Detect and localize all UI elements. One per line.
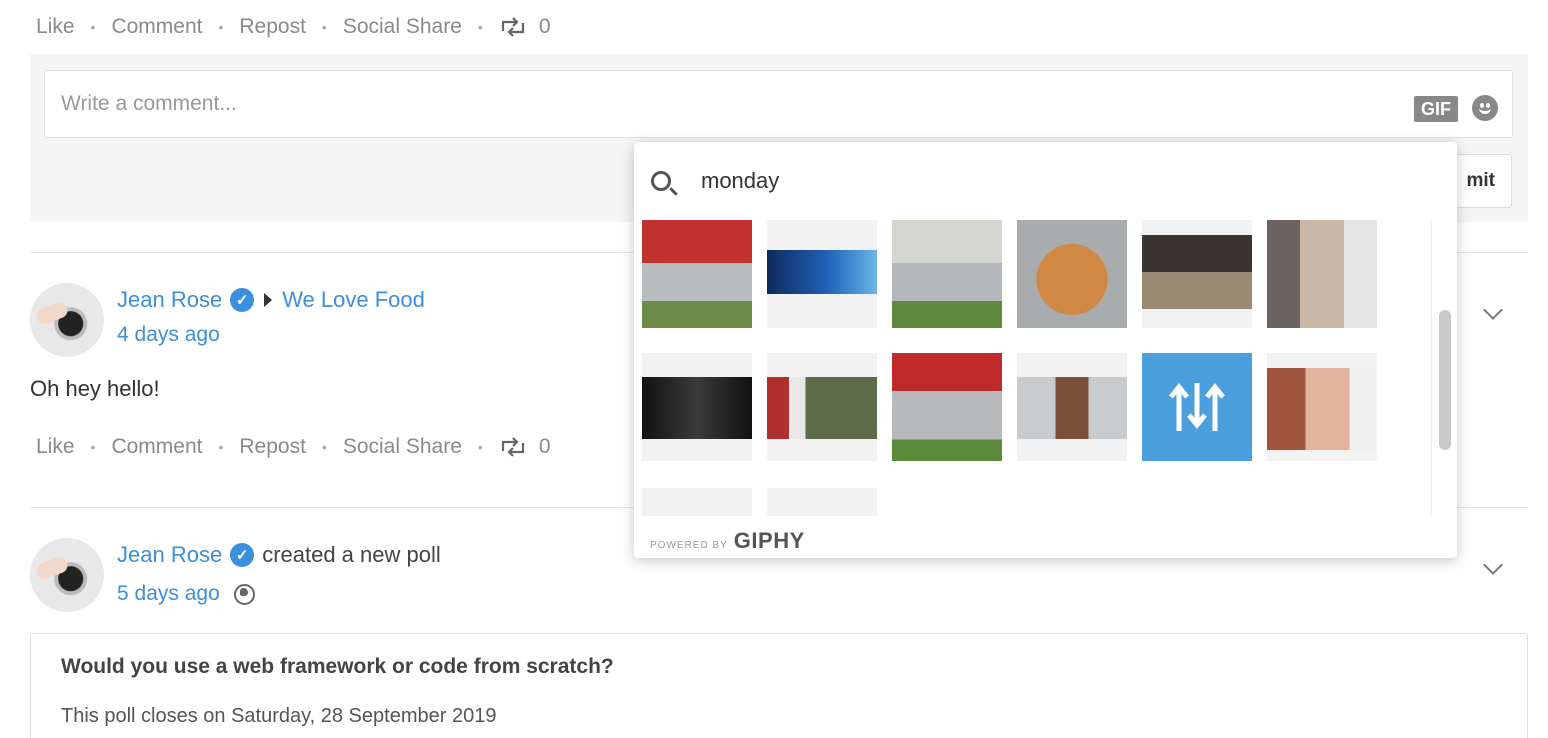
post-timestamp[interactable]: 4 days ago [117,323,220,347]
repost-button[interactable]: Repost [239,15,306,39]
separator-dot: • [218,19,224,35]
repost-count[interactable]: 0 [499,435,551,459]
repost-button[interactable]: Repost [239,435,306,459]
gif-scrollbar[interactable] [1431,220,1457,516]
separator-dot: • [218,439,224,455]
author-name-link[interactable]: Jean Rose [117,542,222,568]
chevron-down-icon[interactable] [1483,300,1503,320]
gif-result[interactable] [767,353,877,461]
timestamp-text: 4 days ago [117,323,220,346]
poll-card: Would you use a web framework or code fr… [30,633,1528,738]
comment-input[interactable]: Write a comment... GIF [44,70,1513,138]
gif-result[interactable] [767,220,877,328]
repost-icon [501,17,524,37]
gif-result[interactable] [892,220,1002,328]
like-button[interactable]: Like [36,435,75,459]
social-share-button[interactable]: Social Share [343,15,462,39]
repost-count[interactable]: 0 [499,15,551,39]
top-action-bar: Like • Comment • Repost • Social Share •… [36,15,551,39]
poll-question: Would you use a web framework or code fr… [61,655,614,678]
post-body: Oh hey hello! [30,376,160,401]
caret-right-icon [264,293,273,307]
gif-thumbnail [767,377,877,439]
gif-thumbnail [1267,220,1377,328]
gif-button[interactable]: GIF [1414,96,1458,122]
gif-result[interactable] [892,353,1002,461]
chevron-down-icon[interactable] [1483,555,1503,575]
post-verb: created a new poll [262,542,441,567]
post-author-line: Jean Rose ✓ We Love Food [117,287,425,313]
gif-thumbnail [767,250,877,294]
gif-thumbnail [892,220,1002,328]
comment-button[interactable]: Comment [111,15,202,39]
repost-count-value: 0 [538,435,551,458]
gif-result[interactable] [1267,220,1377,328]
search-icon [651,171,671,191]
powered-by-label: POWERED BY [650,540,728,551]
social-share-button[interactable]: Social Share [343,435,462,459]
gif-thumbnail [1142,235,1252,309]
gif-result[interactable] [1267,353,1377,461]
group-link[interactable]: We Love Food [282,287,425,313]
avatar[interactable] [30,283,104,357]
repost-icon [501,437,524,457]
gif-search-input[interactable]: monday [701,168,779,194]
repost-count-value: 0 [538,15,551,38]
gif-thumbnail [642,220,752,328]
gif-thumbnail [892,353,1002,461]
separator-dot: • [90,19,96,35]
gif-thumbnail [642,377,752,439]
gif-result-loading[interactable] [642,488,752,516]
gif-thumbnail [1017,377,1127,439]
giphy-logo: GIPHY [733,528,805,553]
gif-search-bar[interactable]: monday [634,142,1457,220]
scrollbar-thumb[interactable] [1439,310,1451,450]
gif-result[interactable] [1142,353,1252,461]
gif-result[interactable] [642,353,752,461]
giphy-attribution: POWERED BY GIPHY [650,528,805,554]
gif-result[interactable] [1017,220,1127,328]
comment-placeholder: Write a comment... [61,92,237,115]
globe-icon [233,583,255,605]
gif-result-loading[interactable] [767,488,877,516]
gif-result[interactable] [642,220,752,328]
poll-close-date: This poll closes on Saturday, 28 Septemb… [61,705,497,727]
post-timestamp[interactable]: 5 days ago [117,582,255,606]
gif-results-grid [642,220,1428,516]
emoji-icon[interactable] [1472,95,1498,121]
gif-thumbnail [1017,220,1127,328]
comment-button[interactable]: Comment [111,435,202,459]
separator-dot: • [477,19,483,35]
verified-icon: ✓ [230,543,255,567]
avatar[interactable] [30,538,104,612]
gif-thumbnail [1267,368,1377,450]
author-name-link[interactable]: Jean Rose [117,287,222,313]
post-action-bar: Like • Comment • Repost • Social Share •… [36,435,551,459]
timestamp-text: 5 days ago [117,582,220,605]
post-author-line: Jean Rose ✓ created a new poll [117,542,441,568]
verified-icon: ✓ [230,288,255,312]
separator-dot: • [90,439,96,455]
arrows-icon [1169,382,1225,431]
gif-result[interactable] [1017,353,1127,461]
separator-dot: • [477,439,483,455]
separator-dot: • [321,19,327,35]
gif-picker: monday POWERED BY GIPHY [634,142,1457,558]
separator-dot: • [321,439,327,455]
gif-result[interactable] [1142,220,1252,328]
like-button[interactable]: Like [36,15,75,39]
